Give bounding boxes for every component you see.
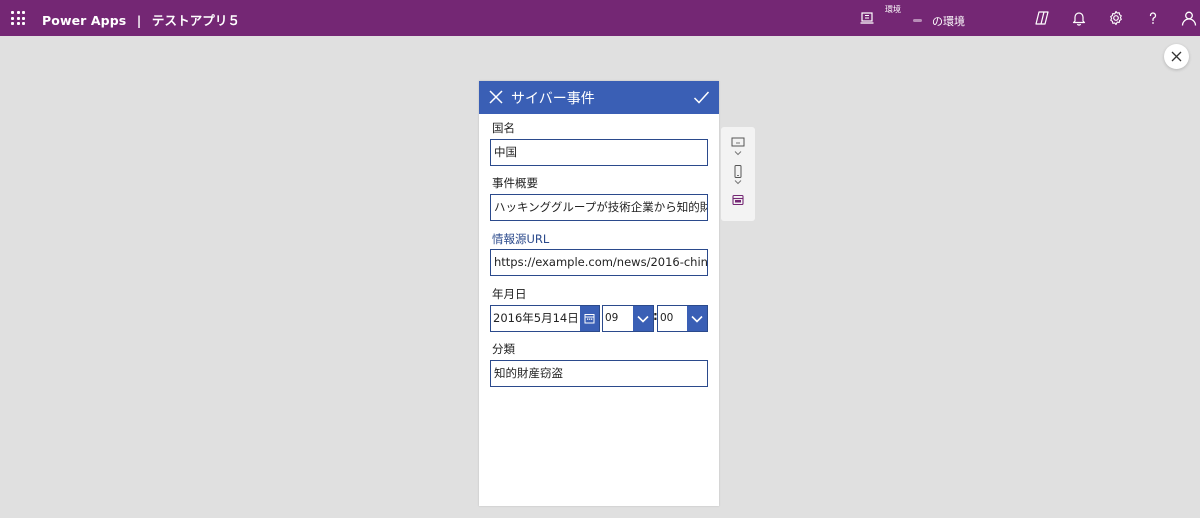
hour-dropdown-arrow[interactable] — [633, 306, 653, 331]
environment-name-redacted — [913, 19, 922, 22]
form-header: サイバー事件 — [479, 81, 719, 114]
hour-value: 09 — [605, 312, 619, 324]
source-url-label: 情報源URL — [492, 232, 550, 246]
category-input[interactable]: 知的財産窃盗 — [490, 360, 708, 387]
calendar-icon — [584, 314, 595, 324]
category-label: 分類 — [492, 342, 515, 356]
hour-dropdown[interactable]: 09 — [602, 305, 654, 332]
device-preview-toolbar — [721, 127, 755, 221]
environment-top-label[interactable]: 環境 — [885, 4, 901, 15]
date-label: 年月日 — [492, 287, 527, 301]
minute-dropdown[interactable]: 00 — [657, 305, 708, 332]
date-value: 2016年5月14日 — [493, 311, 579, 325]
mobile-layout-icon[interactable] — [731, 165, 745, 178]
summary-label: 事件概要 — [492, 176, 538, 190]
source-url-input[interactable]: https://example.com/news/2016-china-ip-t… — [490, 249, 708, 276]
country-label: 国名 — [492, 121, 515, 135]
submit-check-icon[interactable] — [693, 89, 710, 106]
form-title: サイバー事件 — [511, 91, 595, 107]
date-picker[interactable]: 2016年5月14日 — [490, 305, 600, 332]
environment-label[interactable]: の環境 — [932, 13, 965, 29]
copilot-icon[interactable] — [1033, 9, 1051, 27]
chevron-down-icon[interactable] — [731, 150, 745, 157]
app-title: Power Apps | テストアプリ５ — [42, 10, 240, 29]
environment-icon[interactable] — [860, 11, 874, 25]
minute-value: 00 — [660, 312, 674, 324]
chevron-down-icon[interactable] — [731, 179, 745, 186]
chevron-down-icon — [637, 315, 649, 323]
app-name: Power Apps — [42, 13, 127, 28]
cancel-icon[interactable] — [489, 90, 503, 104]
waffle-icon[interactable] — [11, 11, 25, 25]
calendar-preview-icon[interactable] — [731, 194, 745, 206]
country-input[interactable]: 中国 — [490, 139, 708, 166]
settings-icon[interactable] — [1107, 9, 1125, 27]
minute-dropdown-arrow[interactable] — [687, 306, 707, 331]
title-separator: | — [136, 13, 142, 28]
help-icon[interactable] — [1144, 9, 1162, 27]
close-preview-button[interactable] — [1164, 44, 1189, 69]
close-icon — [1171, 51, 1182, 62]
summary-input[interactable]: ハッキンググループが技術企業から知的財産を窃取 — [490, 194, 708, 221]
calendar-button[interactable] — [580, 306, 599, 331]
desktop-layout-icon[interactable] — [731, 137, 745, 148]
app-title-text: テストアプリ５ — [151, 13, 241, 28]
account-icon[interactable] — [1180, 9, 1198, 27]
top-bar: Power Apps | テストアプリ５ 環境 の環境 — [0, 0, 1200, 36]
app-preview-screen: サイバー事件 国名 中国 事件概要 ハッキンググループが技術企業から知的財産を窃… — [479, 81, 719, 506]
notification-icon[interactable] — [1070, 9, 1088, 27]
chevron-down-icon — [691, 315, 703, 323]
